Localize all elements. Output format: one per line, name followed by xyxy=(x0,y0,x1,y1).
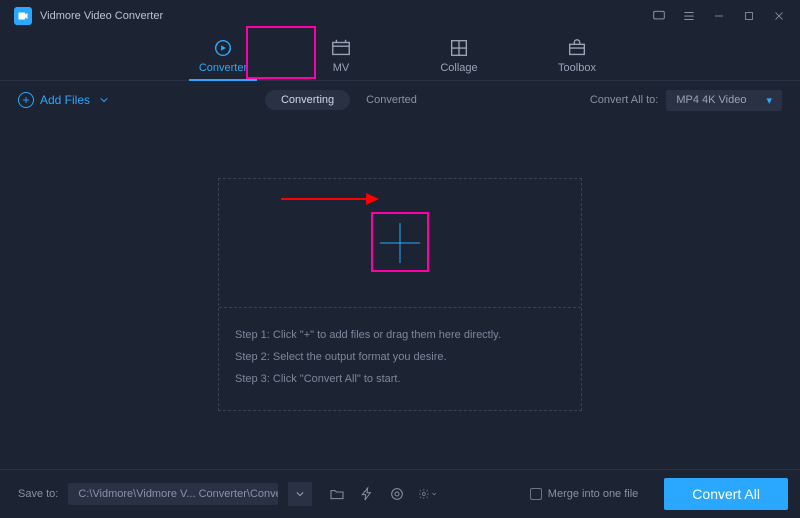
drop-top[interactable] xyxy=(219,179,581,307)
tab-converter[interactable]: Converter xyxy=(189,32,257,80)
app-title: Vidmore Video Converter xyxy=(40,10,163,22)
step-2: Step 2: Select the output format you des… xyxy=(235,346,565,368)
bottom-bar: Save to: C:\Vidmore\Vidmore V... Convert… xyxy=(0,470,800,518)
main-nav: Converter MV Collage Toolbox xyxy=(0,32,800,80)
convert-all-button[interactable]: Convert All xyxy=(664,478,788,510)
tab-toolbox[interactable]: Toolbox xyxy=(543,32,611,80)
tab-mv[interactable]: MV xyxy=(307,32,375,80)
maximize-icon[interactable] xyxy=(742,9,756,23)
feedback-icon[interactable] xyxy=(652,9,666,23)
add-files-button[interactable]: + Add Files xyxy=(18,92,108,108)
mv-icon xyxy=(330,38,352,58)
high-speed-icon[interactable] xyxy=(388,485,406,503)
plus-circle-icon: + xyxy=(18,92,34,108)
add-files-label: Add Files xyxy=(40,93,90,107)
status-segment: Converting Converted xyxy=(265,90,433,110)
window-controls xyxy=(652,9,786,23)
hardware-accel-icon[interactable] xyxy=(358,485,376,503)
tab-label: MV xyxy=(333,62,350,74)
save-to-label: Save to: xyxy=(18,488,58,500)
instructions: Step 1: Click "+" to add files or drag t… xyxy=(219,308,581,410)
step-1: Step 1: Click "+" to add files or drag t… xyxy=(235,324,565,346)
format-value: MP4 4K Video xyxy=(676,94,746,106)
save-path-dropdown[interactable] xyxy=(288,482,312,506)
convert-all-to-group: Convert All to: MP4 4K Video ▾ xyxy=(590,90,782,111)
close-icon[interactable] xyxy=(772,9,786,23)
tab-label: Toolbox xyxy=(558,62,596,74)
chevron-down-icon: ▾ xyxy=(766,94,772,107)
checkbox-icon xyxy=(530,488,542,500)
menu-icon[interactable] xyxy=(682,9,696,23)
main-area: Step 1: Click "+" to add files or drag t… xyxy=(0,119,800,469)
app-logo xyxy=(14,7,32,25)
converter-icon xyxy=(212,38,234,58)
add-plus-icon[interactable] xyxy=(380,223,420,263)
merge-label: Merge into one file xyxy=(548,488,639,500)
merge-checkbox[interactable]: Merge into one file xyxy=(530,488,639,500)
segment-converting[interactable]: Converting xyxy=(265,90,350,110)
segment-converted[interactable]: Converted xyxy=(350,90,433,110)
secondary-toolbar: + Add Files Converting Converted Convert… xyxy=(0,81,800,119)
bottom-tool-icons xyxy=(328,485,436,503)
minimize-icon[interactable] xyxy=(712,9,726,23)
tab-label: Collage xyxy=(440,62,477,74)
settings-icon[interactable] xyxy=(418,485,436,503)
title-bar: Vidmore Video Converter xyxy=(0,0,800,32)
save-path-field[interactable]: C:\Vidmore\Vidmore V... Converter\Conver… xyxy=(68,483,278,505)
convert-all-to-label: Convert All to: xyxy=(590,94,658,106)
tab-label: Converter xyxy=(199,62,247,74)
step-3: Step 3: Click "Convert All" to start. xyxy=(235,368,565,390)
open-folder-icon[interactable] xyxy=(328,485,346,503)
format-select[interactable]: MP4 4K Video ▾ xyxy=(666,90,782,111)
tab-collage[interactable]: Collage xyxy=(425,32,493,80)
toolbox-icon xyxy=(566,38,588,58)
collage-icon xyxy=(448,38,470,58)
chevron-down-icon xyxy=(100,97,108,103)
drop-zone[interactable]: Step 1: Click "+" to add files or drag t… xyxy=(218,178,582,411)
